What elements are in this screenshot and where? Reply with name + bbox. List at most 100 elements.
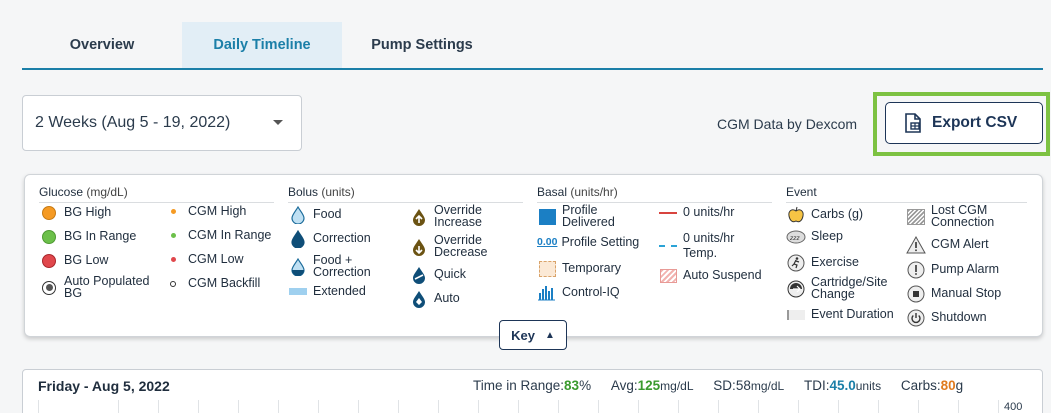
exercise-icon [787,254,805,272]
tdi-unit: units [855,379,882,393]
svg-text:zzz: zzz [789,235,801,242]
legend-carbs: Carbs (g) [786,206,863,224]
legend-key-panel: Glucose (mg/dL) BG High BG In Range BG L… [24,174,1043,337]
daily-timeline-page: Overview Daily Timeline Pump Settings 2 … [0,0,1051,413]
legend-cgm-backfill: CGM Backfill [163,277,260,290]
grid-line [358,400,359,413]
sd-value: 58 [735,378,751,393]
carbs-apple-icon [788,206,804,223]
legend-bolus-quick: Quick [409,266,466,284]
food-correction-drop-icon [291,257,305,276]
grid-line [118,400,119,413]
zero-units-line-icon [659,211,677,214]
carbs-value: 80 [940,378,956,393]
grid-line [598,400,599,413]
grid-line [798,400,799,413]
legend-bolus-correction: Correction [288,230,371,248]
time-in-range-label: Time in Range: [473,378,565,393]
bg-in-range-dot-icon [42,230,56,244]
cgm-in-range-dot-icon [170,233,176,239]
legend-shutdown: Shutdown [906,309,987,327]
avg-unit: mg/dL [660,379,694,393]
legend-cgm-high: CGM High [163,205,246,218]
event-duration-icon [787,309,805,320]
grid-line [718,400,719,413]
grid-line [998,400,999,413]
control-iq-icon [538,286,555,301]
export-csv-button[interactable]: Export CSV [885,102,1043,144]
zero-units-temp-line-icon [659,245,677,247]
cartridge-change-icon [787,280,805,297]
cgm-source-label: CGM Data by Dexcom [717,116,858,132]
grid-line [638,400,639,413]
carbs-unit: g [955,378,964,393]
legend-glucose-title: Glucose (mg/dL) [39,185,274,203]
day-title: Friday - Aug 5, 2022 [38,378,170,394]
legend-profile-delivered: Profile Delivered [537,204,647,228]
key-toggle-label: Key [511,327,535,343]
legend-temporary: Temporary [537,261,621,277]
tab-pump-settings[interactable]: Pump Settings [342,22,502,68]
cgm-backfill-dot-icon [170,280,176,287]
key-toggle-button[interactable]: Key ▲ [499,320,567,350]
override-increase-icon [413,208,425,226]
pump-alarm-icon [907,261,925,279]
tab-daily-timeline[interactable]: Daily Timeline [182,22,342,68]
legend-glucose-column: Glucose (mg/dL) [39,185,274,203]
legend-event-column: Event [786,185,1027,203]
legend-zero-units-temp: 0 units/hr Temp. [658,231,768,261]
legend-basal-title: Basal (units/hr) [537,185,772,203]
sd-unit: mg/dL [750,379,785,393]
legend-bolus-auto: Auto [409,290,460,308]
grid-line [758,400,759,413]
time-in-range-unit: % [579,378,592,393]
profile-setting-value: 0.00 [537,236,558,248]
auto-suspend-icon [659,269,677,283]
profile-delivered-icon [538,208,556,225]
cgm-low-dot-icon [170,257,176,263]
cgm-high-dot-icon [170,209,176,215]
legend-event-title: Event [786,185,1027,203]
bg-low-dot-icon [42,254,56,268]
tdi-label: TDI: [803,378,830,393]
legend-override-increase: Override Increase [409,204,509,228]
export-csv-label: Export CSV [932,114,1018,131]
grid-line [958,400,959,413]
food-drop-icon [291,206,305,224]
legend-lost-cgm-connection: Lost CGM Connection [906,204,1026,228]
legend-bolus-food: Food [288,206,342,224]
auto-bolus-icon [413,291,425,308]
grid-line [198,400,199,413]
date-range-select[interactable]: 2 Weeks (Aug 5 - 19, 2022) [22,95,302,151]
y-axis-tick-400: 400 [1004,401,1023,413]
legend-zero-units: 0 units/hr [658,206,734,219]
shutdown-power-icon [907,309,925,327]
grid-line [318,400,319,413]
tab-overview[interactable]: Overview [22,22,182,68]
chevron-up-icon: ▲ [544,329,555,341]
grid-line [438,400,439,413]
grid-line [558,400,559,413]
auto-populated-bg-icon [42,280,56,295]
legend-bolus-extended: Extended [288,285,366,298]
tab-bar: Overview Daily Timeline Pump Settings [22,22,1043,70]
legend-exercise: Exercise [786,254,859,272]
legend-bg-high: BG High [39,206,111,220]
avg-value: 125 [637,378,661,393]
legend-cartridge-site-change: Cartridge/Site Change [786,276,906,300]
grid-line [38,400,39,413]
grid-line [478,400,479,413]
legend-cgm-alert: CGM Alert [906,236,989,254]
legend-profile-setting: 0.00 Profile Setting [537,235,640,249]
legend-bolus-column: Bolus (units) [288,185,523,203]
sd-label: SD: [713,378,736,393]
grid-line [678,400,679,413]
legend-pump-alarm: Pump Alarm [906,261,999,279]
lost-cgm-connection-icon [907,208,925,225]
temporary-basal-icon [538,261,556,277]
legend-override-decrease: Override Decrease [409,234,509,258]
grid-line [278,400,279,413]
date-range-value: 2 Weeks (Aug 5 - 19, 2022) [35,114,231,131]
legend-manual-stop: Manual Stop [906,285,1001,303]
correction-drop-icon [291,230,305,248]
